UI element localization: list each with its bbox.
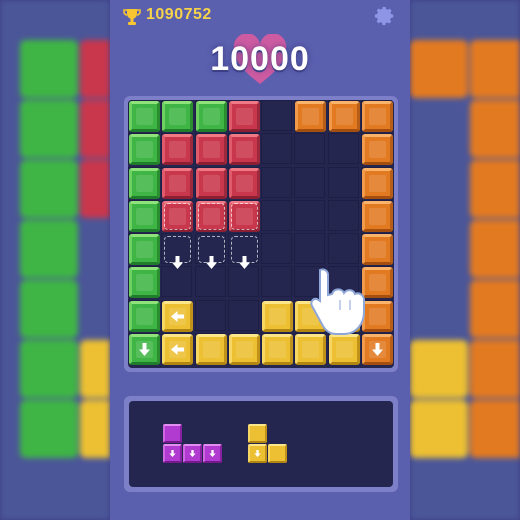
red-block <box>228 167 260 199</box>
board-cell[interactable] <box>327 166 359 198</box>
arrow-down-icon <box>362 334 393 365</box>
board-cell[interactable] <box>327 233 359 264</box>
current-score: 10000 <box>210 40 310 78</box>
yellow-piece-block <box>248 444 267 463</box>
red-block <box>195 167 227 199</box>
purple-piece-block <box>203 444 222 463</box>
board-cell[interactable] <box>294 166 326 198</box>
yellow-piece-block <box>268 444 287 463</box>
game-screen: 1090752 10000 <box>110 0 410 520</box>
bg-block <box>470 280 520 338</box>
purple-piece-block <box>183 444 202 463</box>
board-cell[interactable] <box>261 233 292 264</box>
yellow-block <box>195 333 227 365</box>
piece-tray <box>124 396 398 492</box>
orange-block <box>295 101 327 132</box>
bg-block <box>410 400 468 458</box>
board-cell[interactable] <box>294 133 326 165</box>
board-cell[interactable] <box>294 199 326 231</box>
yellow-block <box>295 333 327 365</box>
board-cell[interactable] <box>294 233 326 264</box>
red-block <box>162 167 194 199</box>
arrow-down-icon <box>129 334 160 365</box>
bg-block <box>20 400 78 458</box>
yellow-block <box>228 333 260 365</box>
orange-block <box>328 101 360 132</box>
green-block <box>129 234 160 265</box>
drop-hint-arrow-icon <box>196 247 227 278</box>
bg-block <box>470 220 520 278</box>
purple-piece-block <box>163 444 182 463</box>
bg-block <box>470 400 520 458</box>
yellow-block <box>262 333 293 365</box>
bg-block <box>20 220 78 278</box>
yellow-block <box>328 333 360 365</box>
bg-block <box>20 280 78 338</box>
yellow-piece-block <box>248 424 267 443</box>
board-cell[interactable] <box>261 166 292 198</box>
bg-block <box>20 40 78 98</box>
bg-block <box>80 160 110 218</box>
hand-pointer-icon <box>310 268 365 335</box>
drop-hint-arrow-icon <box>229 247 260 278</box>
green-block <box>129 300 160 332</box>
bg-block <box>80 100 110 158</box>
best-score: 1090752 <box>146 6 212 23</box>
arrow-left-icon <box>162 334 193 365</box>
orange-block <box>361 167 393 199</box>
green-block <box>129 134 160 166</box>
board-cell[interactable] <box>261 100 292 131</box>
placement-preview-cell <box>197 202 225 230</box>
bg-block <box>20 340 78 398</box>
bg-block <box>470 340 520 398</box>
bg-block <box>410 340 468 398</box>
bg-block <box>80 340 110 398</box>
board-cell[interactable] <box>327 133 359 165</box>
top-bar: 1090752 <box>110 0 410 34</box>
bg-block <box>470 100 520 158</box>
board-cell[interactable] <box>327 199 359 231</box>
green-block <box>195 101 227 132</box>
bg-block <box>470 40 520 98</box>
orange-block <box>361 234 393 265</box>
board-cell[interactable] <box>261 133 292 165</box>
piece-tray-inner <box>129 401 393 487</box>
trophy-icon <box>123 9 141 25</box>
purple-piece-block <box>163 424 182 443</box>
placement-preview-cell <box>164 202 192 230</box>
placement-preview-cell <box>230 202 258 230</box>
board-cell[interactable] <box>194 299 226 331</box>
board-cell[interactable] <box>261 199 292 231</box>
bg-block <box>80 400 110 458</box>
bg-block <box>20 100 78 158</box>
blurred-background-right <box>410 0 520 520</box>
board-cell[interactable] <box>261 266 292 298</box>
drop-hint-arrow-icon <box>162 247 193 278</box>
orange-block <box>361 134 393 166</box>
bg-block <box>80 40 110 98</box>
green-block <box>129 200 160 232</box>
green-block <box>129 167 160 199</box>
green-block <box>162 101 194 132</box>
arrow-left-icon <box>162 301 193 332</box>
green-block <box>129 101 160 132</box>
red-block <box>162 134 194 166</box>
bg-block <box>20 160 78 218</box>
blurred-background-left <box>0 0 110 520</box>
bg-block <box>470 160 520 218</box>
gear-icon[interactable] <box>374 5 396 27</box>
red-block <box>228 134 260 166</box>
orange-block <box>361 101 393 132</box>
bg-block <box>410 40 468 98</box>
orange-block <box>361 200 393 232</box>
board-cell[interactable] <box>227 299 259 331</box>
yellow-block <box>262 300 293 332</box>
green-block <box>129 267 160 299</box>
red-block <box>228 101 260 132</box>
red-block <box>195 134 227 166</box>
